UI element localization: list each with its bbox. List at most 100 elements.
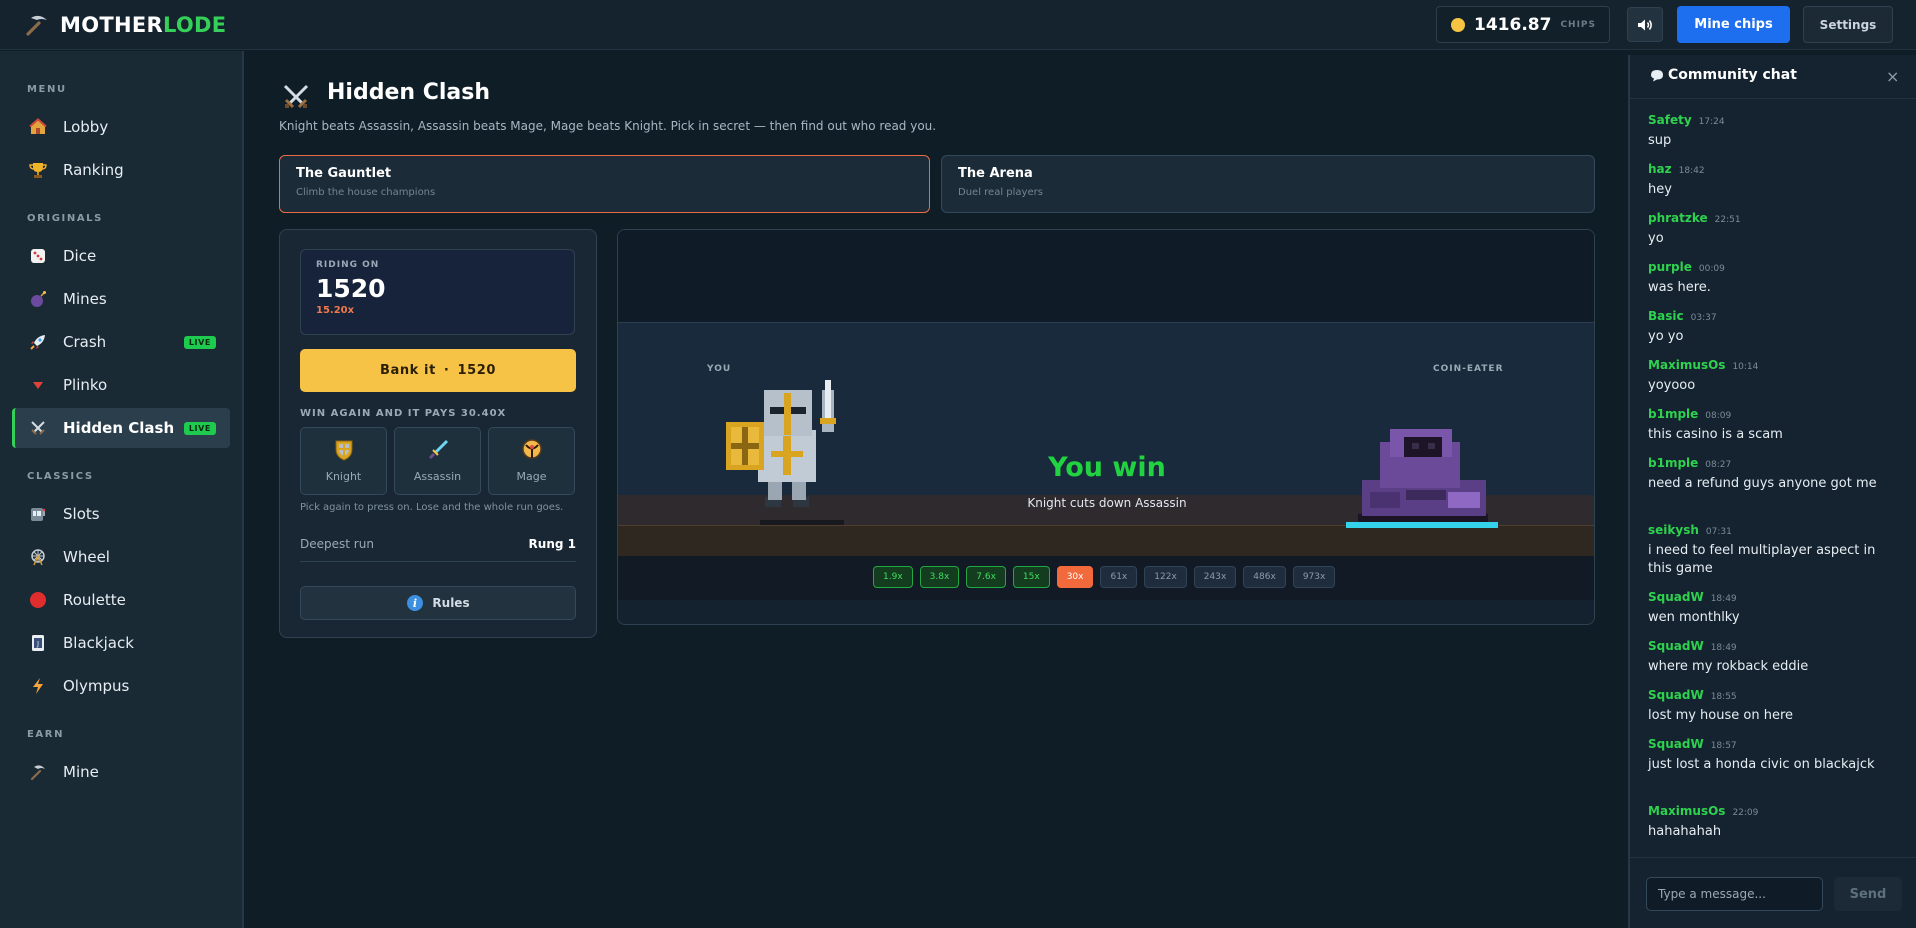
chat-message: SquadW 18:49 where my rokback eddie — [1648, 639, 1898, 676]
multiplier-ladder: 1.9x 3.8x 7.6x 15x 30x 61x 122x 243x 486… — [873, 566, 1336, 588]
crossed-swords-icon — [28, 418, 48, 438]
mode-title: The Gauntlet — [296, 166, 392, 181]
riding-on-box: RIDING ON 1520 15.20x — [300, 249, 575, 335]
sidebar-item-hidden-clash[interactable]: Hidden Clash LIVE — [12, 408, 230, 448]
opponent-label: COIN-EATER — [1433, 364, 1504, 374]
sidebar-item-slots[interactable]: Slots — [12, 494, 230, 534]
chat-message: seikysh 07:31 i need to feel multiplayer … — [1648, 523, 1898, 578]
chat-text: sup — [1648, 133, 1672, 148]
sidebar-item-crash[interactable]: Crash LIVE — [12, 322, 230, 362]
deepest-run-value: Rung 1 — [528, 537, 576, 551]
settings-button[interactable]: Settings — [1803, 6, 1893, 43]
chat-username[interactable]: SquadW — [1648, 737, 1704, 751]
pick-knight-button[interactable]: Knight — [300, 427, 387, 495]
sidebar-item-ranking[interactable]: Ranking — [12, 150, 230, 190]
brand-name-part-2: LODE — [162, 13, 227, 37]
close-icon[interactable]: × — [1886, 67, 1899, 86]
sidebar-item-mines[interactable]: Mines — [12, 279, 230, 319]
chat-username[interactable]: seikysh — [1648, 523, 1699, 537]
playing-card-icon: J — [28, 633, 48, 653]
chat-text: hey — [1648, 182, 1672, 197]
chat-time: 07:31 — [1705, 527, 1732, 537]
ladder-rung: 1.9x — [873, 566, 913, 588]
sidebar-item-label: Plinko — [63, 376, 108, 394]
riding-multiplier: 15.20x — [316, 305, 355, 316]
deepest-run-row: Deepest run Rung 1 — [300, 537, 576, 562]
ladder-rung: 7.6x — [966, 566, 1006, 588]
rules-button[interactable]: i Rules — [300, 586, 576, 620]
chat-message: phratzke 22:51 yo — [1648, 211, 1898, 248]
speaker-icon — [1638, 19, 1652, 30]
chat-message: SquadW 18:55 lost my house on here — [1648, 688, 1898, 725]
svg-text:J: J — [36, 640, 39, 648]
chat-username[interactable]: Basic — [1648, 309, 1684, 323]
chat-text: lost my house on here — [1648, 708, 1794, 723]
page-subtitle: Knight beats Assassin, Assassin beats Ma… — [279, 119, 937, 133]
ladder-rung: 243x — [1193, 566, 1237, 588]
sidebar-item-label: Mines — [63, 290, 107, 308]
pick-label: Knight — [325, 470, 362, 483]
deepest-run-label: Deepest run — [300, 537, 374, 551]
sidebar-item-roulette[interactable]: Roulette — [12, 580, 230, 620]
bank-it-button[interactable]: Bank it · 1520 — [300, 349, 576, 392]
sidebar-item-mine[interactable]: Mine — [12, 752, 230, 792]
chat-message: MaximusOs 22:09 hahahahah — [1648, 804, 1898, 841]
chat-username[interactable]: SquadW — [1648, 688, 1704, 702]
win-again-label: WIN AGAIN AND IT PAYS 30.40X — [300, 408, 507, 419]
rocket-icon — [28, 332, 48, 352]
ladder-rung: 15x — [1012, 566, 1050, 588]
mode-title: The Arena — [958, 166, 1033, 181]
chat-username[interactable]: Safety — [1648, 113, 1692, 127]
chat-time: 22:51 — [1714, 215, 1741, 225]
section-earn: EARN — [27, 729, 65, 740]
mode-gauntlet-card[interactable]: The Gauntlet Climb the house champions — [279, 155, 930, 213]
chat-username[interactable]: MaximusOs — [1648, 804, 1725, 818]
chat-time: 18:49 — [1710, 594, 1737, 604]
section-menu: MENU — [27, 84, 67, 95]
pick-assassin-button[interactable]: Assassin — [394, 427, 481, 495]
sidebar-item-olympus[interactable]: Olympus — [12, 666, 230, 706]
info-icon: i — [407, 595, 424, 611]
chat-username[interactable]: SquadW — [1648, 590, 1704, 604]
sound-toggle-button[interactable] — [1627, 7, 1663, 42]
chat-text: where my rokback eddie — [1648, 659, 1809, 674]
live-badge: LIVE — [183, 421, 216, 435]
sidebar-item-label: Crash — [63, 333, 107, 351]
chat-title: Community chat — [1650, 67, 1797, 83]
chat-text: this casino is a scam — [1648, 427, 1783, 442]
arena-stage: YOU COIN-EATER You win Knight cuts down … — [617, 229, 1595, 625]
chat-text: was here. — [1648, 280, 1711, 295]
chat-username[interactable]: phratzke — [1648, 211, 1708, 225]
sidebar-item-dice[interactable]: Dice — [12, 236, 230, 276]
chat-username[interactable]: SquadW — [1648, 639, 1704, 653]
mine-chips-button[interactable]: Mine chips — [1677, 6, 1790, 43]
sidebar-item-lobby[interactable]: Lobby — [12, 107, 230, 147]
chat-username[interactable]: haz — [1648, 162, 1672, 176]
chat-time: 17:24 — [1698, 117, 1725, 127]
chat-username[interactable]: b1mple — [1648, 407, 1698, 421]
triangle-down-icon — [28, 375, 48, 395]
sidebar-item-plinko[interactable]: Plinko — [12, 365, 230, 405]
sidebar-item-label: Ranking — [63, 161, 124, 179]
pick-mage-button[interactable]: Mage — [488, 427, 575, 495]
pick-label: Mage — [516, 470, 547, 483]
sidebar: MENU Lobby Ranking ORIGINALS Dice Mines … — [0, 51, 244, 928]
chat-message-input[interactable] — [1646, 877, 1823, 911]
chat-username[interactable]: b1mple — [1648, 456, 1698, 470]
mode-arena-card[interactable]: The Arena Duel real players — [941, 155, 1595, 213]
sidebar-item-blackjack[interactable]: J Blackjack — [12, 623, 230, 663]
chat-message: haz 18:42 hey — [1648, 162, 1898, 199]
speech-bubble-icon — [1651, 69, 1663, 81]
house-icon — [28, 117, 48, 137]
ladder-rung: 61x — [1100, 566, 1138, 588]
chat-username[interactable]: MaximusOs — [1648, 358, 1725, 372]
send-button[interactable]: Send — [1834, 877, 1902, 911]
top-bar: MOTHERLODE 1416.87 CHIPS Mine chips Sett… — [0, 0, 1916, 50]
sidebar-item-label: Olympus — [63, 677, 130, 695]
brand-logo[interactable]: MOTHERLODE — [24, 12, 226, 38]
bet-panel: RIDING ON 1520 15.20x Bank it · 1520 WIN… — [279, 229, 597, 638]
chat-time: 18:55 — [1710, 692, 1737, 702]
chat-username[interactable]: purple — [1648, 260, 1692, 274]
sidebar-item-label: Blackjack — [63, 634, 134, 652]
sidebar-item-wheel[interactable]: Wheel — [12, 537, 230, 577]
